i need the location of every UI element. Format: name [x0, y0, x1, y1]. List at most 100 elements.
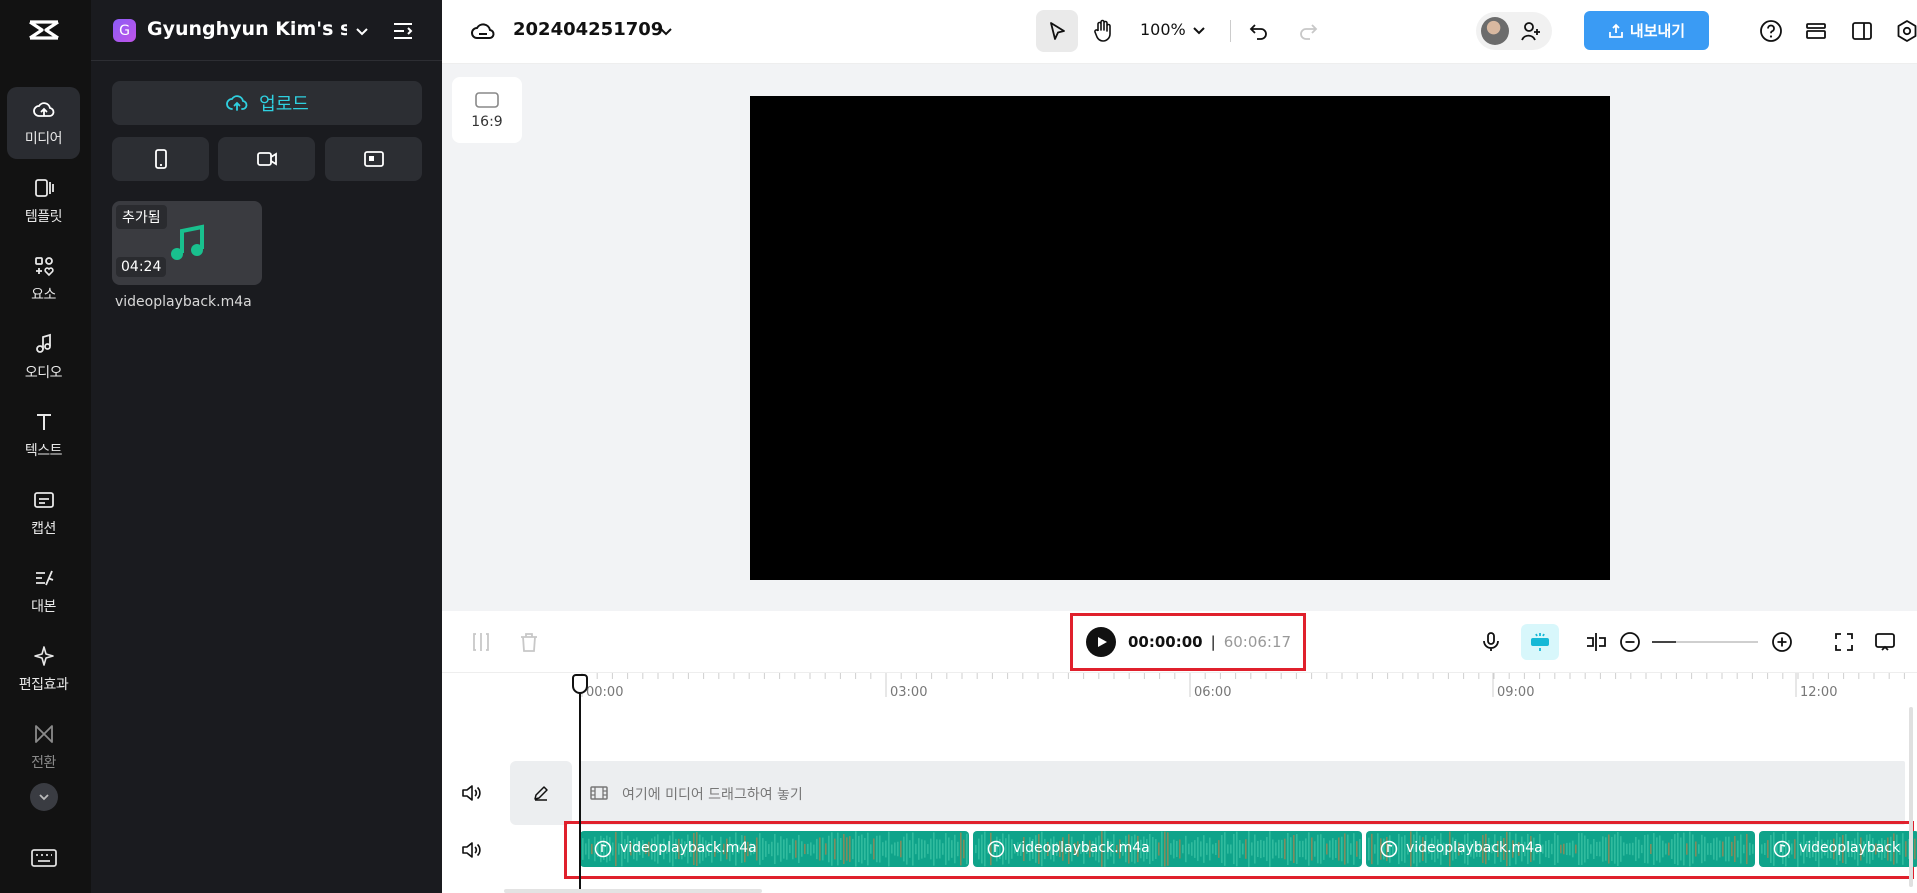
- export-button[interactable]: 내보내기: [1584, 11, 1709, 50]
- split-icon[interactable]: [470, 631, 492, 653]
- video-preview[interactable]: [750, 96, 1610, 580]
- redo-icon[interactable]: [1297, 20, 1319, 42]
- layout-panel-icon[interactable]: [1850, 19, 1874, 43]
- rail-label: 텍스트: [24, 443, 63, 459]
- main-video-track[interactable]: 여기에 미디어 드래그하여 놓기: [580, 761, 1905, 825]
- template-icon: [34, 179, 54, 197]
- film-icon: [590, 786, 608, 800]
- audio-clip-icon: [1773, 840, 1791, 858]
- rail-more-button[interactable]: [30, 783, 58, 811]
- clip-label: videoplayback: [1799, 840, 1901, 856]
- project-title[interactable]: 202404251709: [513, 19, 663, 40]
- ruler-label: 06:00: [1194, 685, 1232, 700]
- track-volume-icon[interactable]: [460, 782, 482, 804]
- rail-item-media[interactable]: 미디어: [7, 87, 80, 159]
- workspace-header: G Gyunghyun Kim's s...: [91, 0, 442, 61]
- collaborators-group: [1476, 12, 1552, 50]
- rail-item-text[interactable]: 텍스트: [7, 399, 80, 471]
- audio-clip[interactable]: videoplayback.m4a: [1366, 831, 1755, 867]
- rail-item-elements[interactable]: 요소: [7, 243, 80, 315]
- split-preview-icon[interactable]: [1584, 630, 1608, 654]
- text-t-icon: [36, 414, 51, 430]
- rail-item-audio[interactable]: 오디오: [7, 321, 80, 393]
- workspace-avatar: G: [113, 19, 136, 42]
- chevron-down-icon: [1193, 26, 1205, 34]
- aspect-ratio-button[interactable]: 16:9: [452, 77, 522, 143]
- select-tool-button[interactable]: [1036, 10, 1078, 52]
- help-icon[interactable]: [1759, 19, 1783, 43]
- play-icon: [1098, 637, 1107, 647]
- workspace-name[interactable]: Gyunghyun Kim's s...: [147, 18, 347, 40]
- trash-icon[interactable]: [518, 631, 540, 653]
- timeline-vertical-scrollbar[interactable]: [1909, 707, 1913, 887]
- media-panel: G Gyunghyun Kim's s... 업로드 추가됨 04:24 vid…: [91, 0, 442, 893]
- zoom-out-icon[interactable]: [1618, 630, 1642, 654]
- added-badge: 추가됨: [116, 205, 167, 229]
- left-nav-rail: 미디어 템플릿 요소 오디오 텍스트 캡션 대본 편집효과 전환: [0, 0, 91, 893]
- keyboard-icon[interactable]: [31, 848, 57, 868]
- chevron-down-icon[interactable]: [353, 22, 371, 40]
- clip-label: videoplayback.m4a: [1406, 840, 1543, 856]
- fullscreen-icon[interactable]: [1832, 630, 1856, 654]
- transition-icon: [34, 725, 53, 743]
- rail-item-captions[interactable]: 캡션: [7, 477, 80, 549]
- time-ruler[interactable]: 00:00 03:00 06:00 09:00 12:00: [442, 673, 1917, 701]
- chevron-down-icon[interactable]: [658, 23, 674, 39]
- record-video-button[interactable]: [218, 137, 315, 181]
- timeline-horizontal-scrollbar[interactable]: [504, 889, 762, 893]
- timeline-zoom-level: [1652, 641, 1676, 643]
- rail-label: 템플릿: [24, 209, 63, 225]
- rail-item-template[interactable]: 템플릿: [7, 165, 80, 237]
- rail-label: 대본: [31, 599, 56, 615]
- feedback-icon[interactable]: [1873, 630, 1897, 654]
- media-duration: 04:24: [116, 257, 167, 277]
- rail-label: 미디어: [24, 131, 63, 147]
- rail-label: 전환: [31, 755, 56, 771]
- audio-clip[interactable]: videoplayback.m4a: [973, 831, 1362, 867]
- user-avatar[interactable]: [1481, 17, 1509, 45]
- zoom-in-icon[interactable]: [1770, 630, 1794, 654]
- hand-tool-button[interactable]: [1082, 10, 1124, 52]
- phone-source-button[interactable]: [112, 137, 209, 181]
- rail-item-transition[interactable]: 전환: [7, 711, 80, 783]
- track-volume-icon[interactable]: [460, 839, 482, 861]
- audio-clip-icon: [987, 840, 1005, 858]
- microphone-icon[interactable]: [1479, 630, 1503, 654]
- aspect-ratio-icon: [475, 92, 499, 108]
- settings-gear-icon[interactable]: [1895, 19, 1917, 43]
- record-screen-button[interactable]: [325, 137, 422, 181]
- ruler-label: 00:00: [586, 685, 624, 700]
- phone-icon: [154, 149, 167, 169]
- pencil-icon: [534, 786, 548, 801]
- layers-stack-icon[interactable]: [1804, 19, 1828, 43]
- rail-label: 요소: [31, 287, 56, 303]
- cloud-upload-icon: [226, 95, 248, 111]
- upload-label: 업로드: [259, 94, 309, 115]
- undo-icon[interactable]: [1248, 20, 1270, 42]
- edit-cover-button[interactable]: [510, 761, 572, 825]
- cloud-save-icon[interactable]: [470, 19, 496, 43]
- audio-clip[interactable]: videoplayback.m4a: [580, 831, 969, 867]
- rail-item-effects[interactable]: 편집효과: [7, 633, 80, 705]
- media-file-name: videoplayback.m4a: [115, 294, 252, 310]
- rail-label: 오디오: [24, 365, 63, 381]
- collapse-menu-icon[interactable]: [391, 20, 415, 42]
- toolbar-divider: [1230, 20, 1231, 42]
- captions-icon: [33, 492, 54, 508]
- audio-clip[interactable]: videoplayback: [1759, 831, 1917, 867]
- playhead-handle[interactable]: [572, 674, 588, 694]
- ruler-ticks: [581, 673, 1905, 697]
- add-user-icon[interactable]: [1520, 20, 1542, 42]
- capcut-logo[interactable]: [26, 16, 62, 46]
- play-button[interactable]: [1086, 627, 1116, 657]
- upload-button[interactable]: 업로드: [112, 81, 422, 125]
- rail-item-script[interactable]: 대본: [7, 555, 80, 627]
- aspect-ratio-label: 16:9: [471, 114, 503, 130]
- media-item-card[interactable]: 추가됨 04:24: [112, 201, 262, 285]
- playhead-line: [579, 675, 581, 893]
- zoom-dropdown[interactable]: 100%: [1140, 20, 1206, 39]
- magnetic-snap-toggle[interactable]: [1521, 624, 1559, 660]
- chevron-down-icon: [39, 794, 49, 801]
- music-note-icon: [171, 224, 204, 260]
- media-cloud-icon: [32, 102, 54, 117]
